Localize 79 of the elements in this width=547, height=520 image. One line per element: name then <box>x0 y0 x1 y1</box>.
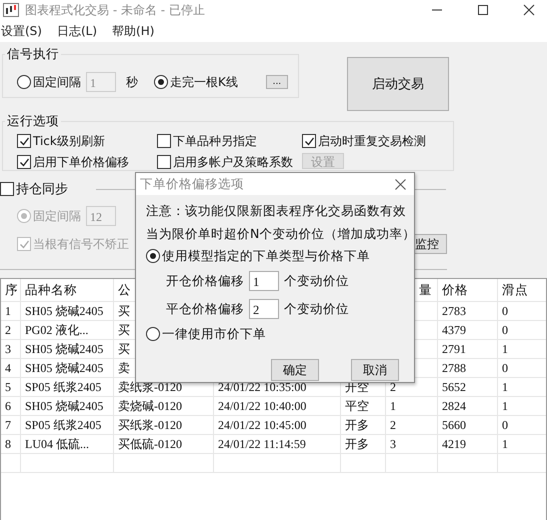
radio-label: 使用模型指定的下单类型与价格下单 <box>162 248 370 264</box>
column-header: 滑点 <box>502 282 528 298</box>
unit-label: 个变动价位 <box>284 272 349 290</box>
column-header: 价格 <box>442 282 468 298</box>
table-cell: 24/01/22 11:14:59 <box>218 436 306 452</box>
table-cell: 1 <box>390 398 396 414</box>
checkbox-label: 当根有信号不矫正 <box>33 236 129 252</box>
table-cell: 1 <box>502 398 508 414</box>
unit-label: 个变动价位 <box>284 300 349 318</box>
table-cell: 2791 <box>442 342 466 356</box>
table-cell: 2 <box>390 418 396 432</box>
table-cell: 7 <box>5 418 11 432</box>
table-cell: 24/01/22 10:45:00 <box>218 418 306 432</box>
table-cell: 平空 <box>345 398 369 414</box>
group-title: 信号执行 <box>6 46 60 63</box>
column-header: 量 <box>419 282 432 298</box>
unit-label: 秒 <box>126 74 138 90</box>
table-cell: 0 <box>502 418 508 432</box>
table-cell: 6 <box>5 398 11 414</box>
note-text: 注意：该功能仅限新图表程序化交易函数有效 <box>146 202 407 220</box>
table-cell: 5652 <box>442 380 466 394</box>
dialog-title: 下单价格偏移选项 <box>140 176 244 192</box>
table-cell: 买低硫-0120 <box>118 436 182 452</box>
table-cell: SP05 纸浆2405 <box>25 416 102 434</box>
table-cell: 2788 <box>442 360 466 376</box>
column-header: 序 <box>5 282 18 298</box>
table-cell: LU04 低硫... <box>25 436 89 452</box>
table-cell: 买 <box>118 340 130 358</box>
checkbox-label: 启动时重复交易检测 <box>318 132 426 150</box>
offset-label: 开仓价格偏移 <box>166 272 244 290</box>
table-cell: 1 <box>502 436 508 452</box>
table-cell: 5660 <box>442 418 466 432</box>
table-cell: 1 <box>5 304 11 318</box>
table-cell: 2 <box>5 322 11 338</box>
table-cell: SH05 烧碱2405 <box>25 340 104 358</box>
table-cell: 1 <box>502 380 508 394</box>
table-cell: PG02 液化... <box>25 322 88 338</box>
group-title: 运行选项 <box>6 113 60 130</box>
table-cell: 买 <box>118 322 130 338</box>
offset-label: 平仓价格偏移 <box>166 300 244 318</box>
radio-label: 固定间隔 <box>33 74 81 90</box>
table-cell: 3 <box>390 436 396 452</box>
table-cell: 买纸浆-0120 <box>118 416 182 434</box>
table-cell: 0 <box>502 304 508 318</box>
table-cell: 2 <box>390 380 396 394</box>
table-cell: 卖 <box>118 360 130 376</box>
table-cell: 5 <box>5 380 11 394</box>
checkbox-label: 下单品种另指定 <box>173 132 257 150</box>
table-cell: 0 <box>502 360 508 376</box>
table-cell: 3 <box>5 342 11 356</box>
checkbox-label: 启用多帐户及策略系数 <box>173 154 293 170</box>
checkbox-label: 启用下单价格偏移 <box>33 154 129 170</box>
table-cell: 0 <box>502 322 508 338</box>
table-cell: 开多 <box>345 416 369 434</box>
table-cell: 开多 <box>345 436 369 452</box>
column-header: 公 <box>118 282 131 298</box>
radio-label: 固定间隔 <box>33 208 81 224</box>
table-cell: 4219 <box>442 436 466 452</box>
table-cell: 4379 <box>442 322 466 338</box>
table-cell: 24/01/22 10:40:00 <box>218 398 306 414</box>
table-cell: 24/01/22 10:35:00 <box>218 380 306 394</box>
radio-label: 走完一根K线 <box>170 74 238 90</box>
note-text: 当为限价单时超价N个变动价位（增加成功率） <box>146 225 414 243</box>
radio-label: 一律使用市价下单 <box>162 326 266 342</box>
table-cell: SP05 纸浆2405 <box>25 378 102 396</box>
table-cell: 8 <box>5 436 11 452</box>
table-cell: 1 <box>502 342 508 356</box>
checkbox-label: 持仓同步 <box>16 181 68 198</box>
checkbox-label: Tick级别刷新 <box>33 132 105 150</box>
table-cell: SH05 烧碱2405 <box>25 302 104 320</box>
table-cell: 卖烧碱-0120 <box>118 398 182 414</box>
table-cell: 买 <box>118 302 130 320</box>
column-header: 品种名称 <box>25 282 77 298</box>
table-cell: SH05 烧碱2405 <box>25 360 104 376</box>
table-cell: SH05 烧碱2405 <box>25 398 104 414</box>
table-cell: 2783 <box>442 304 466 318</box>
table-cell: 2824 <box>442 398 466 414</box>
table-cell: 4 <box>5 360 11 376</box>
window-title: 图表程式化交易 - 未命名 - 已停止 <box>25 2 205 18</box>
